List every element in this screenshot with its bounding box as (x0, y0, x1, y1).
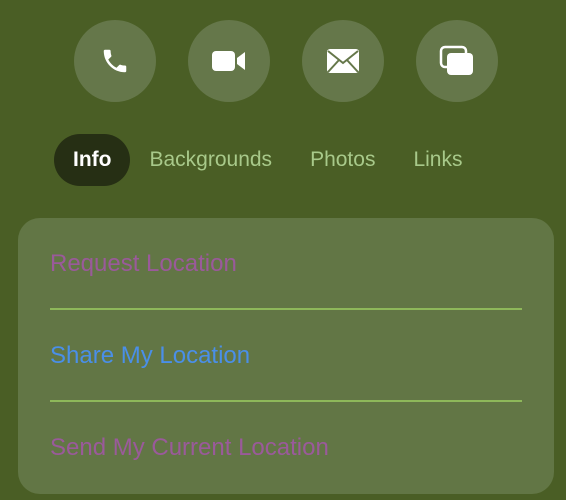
tab-photos[interactable]: Photos (291, 134, 394, 186)
video-call-button[interactable] (188, 20, 270, 102)
request-location-row: Request Location (50, 218, 522, 310)
tab-info[interactable]: Info (54, 134, 131, 186)
screen-share-icon (439, 45, 475, 77)
call-button[interactable] (74, 20, 156, 102)
send-current-location-label: Send My Current Location (50, 434, 329, 461)
share-my-location-label[interactable]: Share My Location (50, 342, 250, 369)
tab-backgrounds[interactable]: Backgrounds (130, 134, 291, 186)
tab-links[interactable]: Links (394, 134, 481, 186)
share-my-location-row[interactable]: Share My Location (50, 310, 522, 402)
mail-icon (325, 47, 361, 75)
mail-button[interactable] (302, 20, 384, 102)
request-location-label: Request Location (50, 250, 237, 277)
phone-icon (100, 46, 130, 76)
tab-bar: Info Backgrounds Photos Links (54, 134, 481, 186)
location-options-card: Request Location Share My Location Send … (18, 218, 554, 494)
screen-share-button[interactable] (416, 20, 498, 102)
contact-action-bar (74, 20, 498, 102)
video-camera-icon (211, 48, 247, 74)
send-current-location-row: Send My Current Location (50, 402, 522, 494)
